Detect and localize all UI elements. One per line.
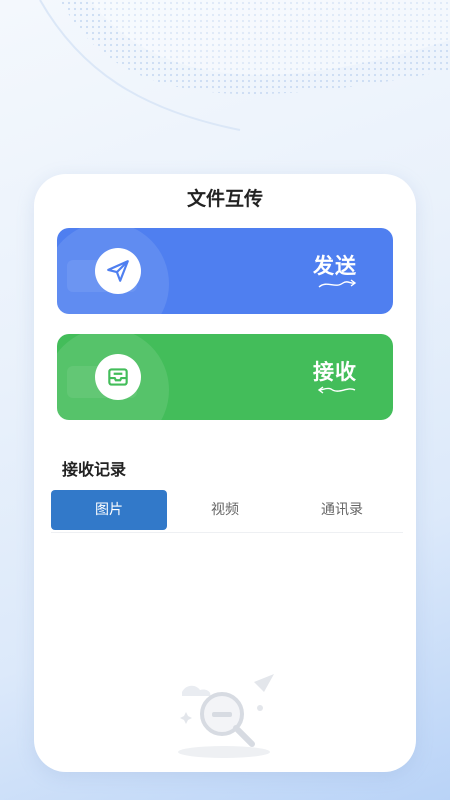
empty-search-illustration [178, 674, 274, 758]
send-button[interactable]: 发送 [57, 228, 393, 314]
records-tabs: 图片 视频 通讯录 [51, 490, 403, 533]
receive-button[interactable]: 接收 [57, 334, 393, 420]
tab-videos[interactable]: 视频 [167, 490, 283, 530]
inbox-tray-icon [95, 354, 141, 400]
send-label: 发送 [313, 254, 357, 278]
tab-images[interactable]: 图片 [51, 490, 167, 530]
transfer-card: 文件互传 发送 接收 接收记录 图片 视频 通讯录 [34, 174, 416, 772]
send-arrow-icon [318, 279, 357, 288]
tab-contacts[interactable]: 通讯录 [284, 490, 400, 530]
records-title: 接收记录 [62, 460, 127, 479]
receive-label: 接收 [313, 360, 357, 384]
page-title: 文件互传 [186, 188, 263, 210]
receive-arrow-icon [317, 386, 356, 394]
paper-plane-icon [95, 248, 141, 294]
